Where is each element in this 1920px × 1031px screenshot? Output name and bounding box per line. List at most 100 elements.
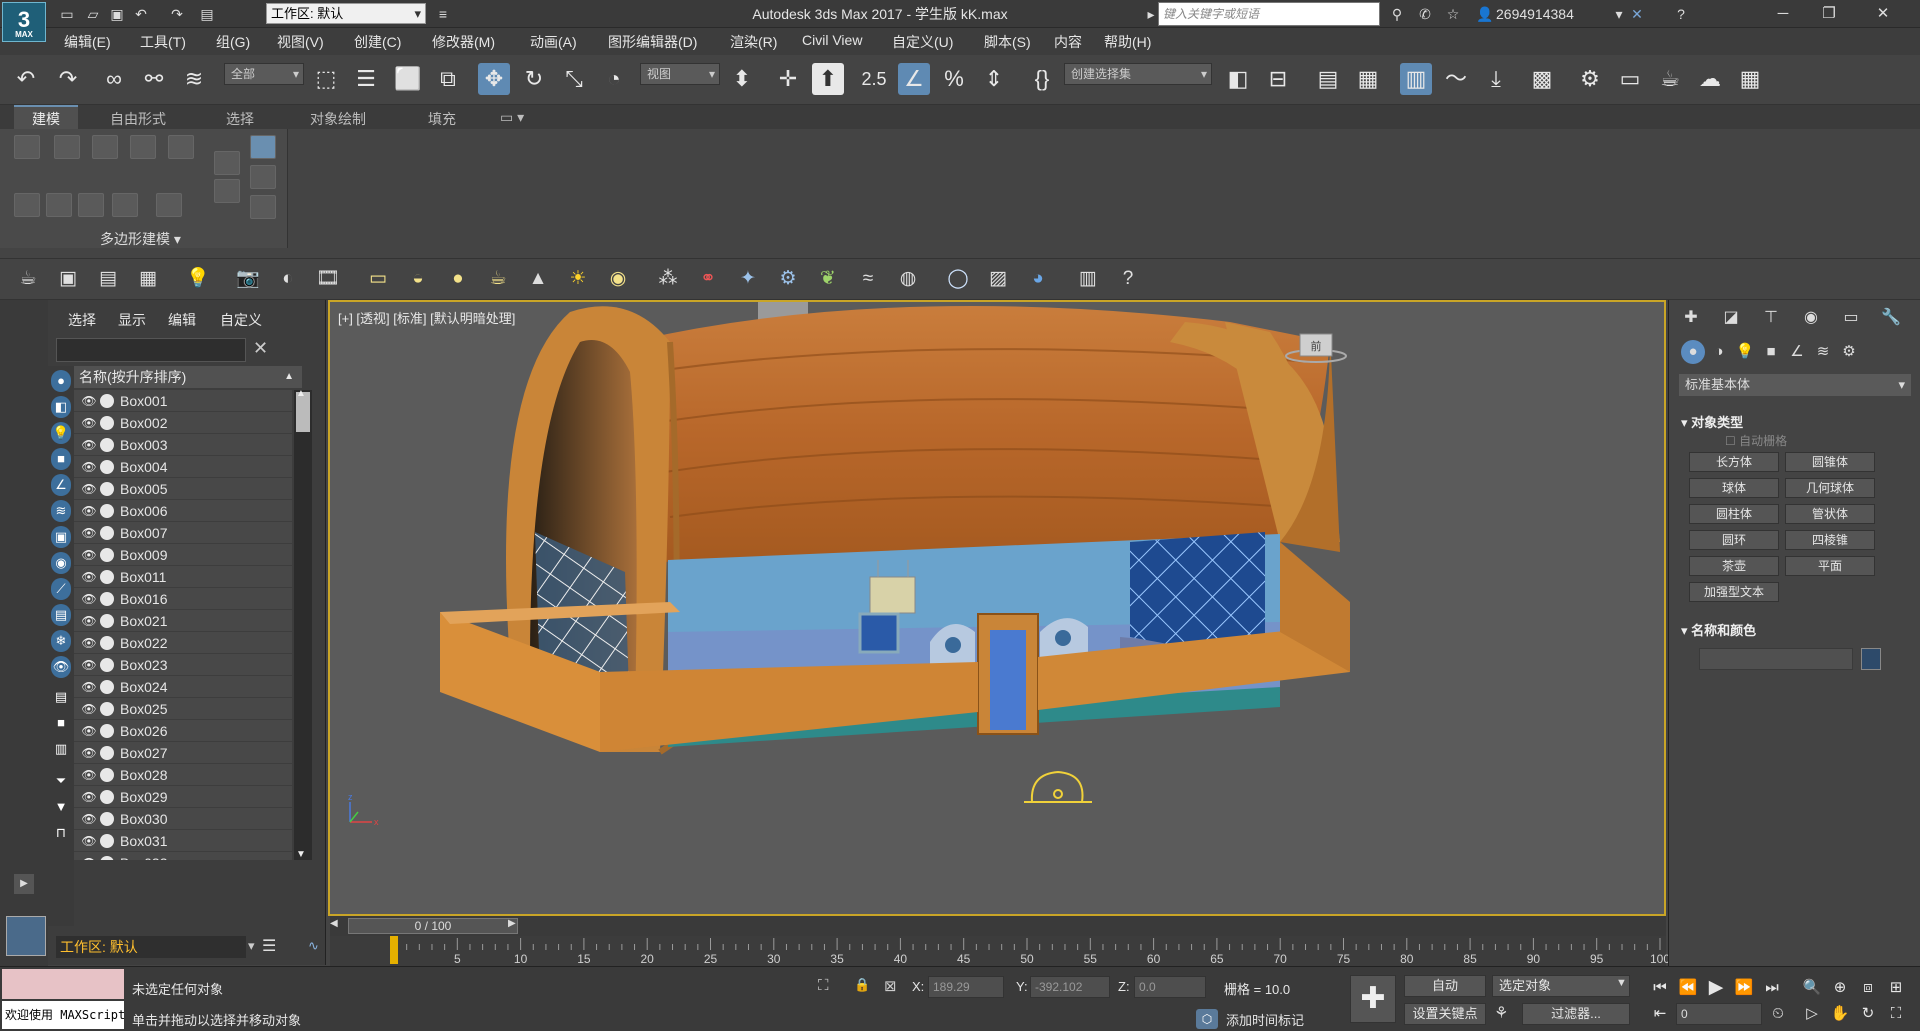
next-frame-icon[interactable]: ⏩ [1732,977,1756,999]
select-manipulate-icon[interactable]: ✛ [772,63,804,95]
mirror-icon[interactable]: ◧ [1222,63,1254,95]
renderable-dot-icon[interactable] [100,679,114,694]
visibility-eye-icon[interactable]: 👁 [80,768,98,782]
sphere-button[interactable]: 球体 [1689,478,1779,498]
undo-icon[interactable]: ↶ [130,3,152,25]
helpers-filter-icon[interactable]: ∠ [51,474,71,496]
quadify-icon[interactable] [250,135,276,159]
list-item[interactable]: 👁 Box004 [74,456,292,478]
visibility-eye-icon[interactable]: 👁 [80,790,98,804]
key-mode-icon[interactable]: ⚘ [1494,1003,1508,1023]
utilities-tab-icon[interactable]: 🔧 [1877,306,1905,330]
project-folder-icon[interactable]: ▤ [196,3,218,25]
scene-workspace-select[interactable]: 工作区: 默认 [56,936,246,958]
hierarchy-tab-icon[interactable]: ⊤ [1757,306,1785,330]
zoom-icon[interactable]: 🔍 [1800,977,1824,999]
menu-animation[interactable]: 动画(A) [530,32,577,52]
collapse-stack-icon[interactable] [14,193,40,217]
sphere-icon[interactable]: ● [444,265,472,293]
menu-help[interactable]: 帮助(H) [1104,32,1151,52]
clear-filter-icon[interactable]: ✕ [253,338,268,359]
edit-named-selection-icon[interactable]: {} [1026,63,1058,95]
help-icon[interactable]: ? [1670,3,1692,25]
user-name[interactable]: 2694914384 [1496,0,1574,28]
pan-view-icon[interactable]: ✋ [1828,1003,1852,1025]
renderable-dot-icon[interactable] [100,657,114,672]
generate-topology-icon[interactable] [250,165,276,189]
add-time-tag[interactable]: 添加时间标记 [1226,1010,1304,1029]
render-icon[interactable]: ▣ [54,265,82,293]
visibility-eye-icon[interactable]: 👁 [80,614,98,628]
sphere-half-icon[interactable]: ◐ [274,265,302,293]
absolute-mode-icon[interactable]: ⊠ [884,977,897,995]
menu-content[interactable]: 内容 [1054,32,1082,52]
modify-tab-icon[interactable]: ◪ [1717,306,1745,330]
save-file-icon[interactable]: ▣ [106,3,128,25]
visibility-eye-icon[interactable]: 👁 [80,460,98,474]
app-logo[interactable]: 3 MAX [2,2,46,42]
list-icon[interactable]: ▤ [94,265,122,293]
isolate-selection-icon[interactable]: ⛶ [818,977,829,994]
preserve-uvs-icon[interactable] [78,193,104,217]
help-search-input[interactable]: 键入关键字或短语 [1158,2,1380,26]
film-icon[interactable]: 🎞 [314,265,342,293]
time-tag-icon[interactable]: ⬡ [1196,1009,1218,1029]
redo-icon[interactable]: ↷ [52,63,84,95]
se-menu-display[interactable]: 显示 [118,310,146,330]
menu-graph-editors[interactable]: 图形编辑器(D) [608,32,697,52]
list-item[interactable]: 👁 Box023 [74,654,292,676]
maximize-button[interactable]: ❐ [1806,0,1852,28]
hair-icon[interactable]: ≈ [854,265,882,293]
list-item[interactable]: 👁 Box011 [74,566,292,588]
menu-tools[interactable]: 工具(T) [140,32,186,52]
script-icon[interactable]: ▥ [1074,265,1102,293]
ribbon-options-icon[interactable]: ▭ ▾ [500,109,524,126]
motion-tab-icon[interactable]: ◉ [1797,306,1825,330]
redo-icon[interactable]: ↷ [166,3,188,25]
render-cloud-icon[interactable]: ☁ [1694,63,1726,95]
select-object-icon[interactable]: ⬚ [310,63,342,95]
renderable-dot-icon[interactable] [100,767,114,782]
visibility-eye-icon[interactable]: 👁 [80,526,98,540]
tab-modeling[interactable]: 建模 [14,105,78,129]
menu-modifiers[interactable]: 修改器(M) [432,32,495,52]
systems-category-icon[interactable]: ⚙ [1837,340,1861,364]
list-item[interactable]: 👁 Box005 [74,478,292,500]
visibility-eye-icon[interactable]: 👁 [80,504,98,518]
layer-explorer-icon[interactable]: ▦ [1352,63,1384,95]
menu-create[interactable]: 创建(C) [354,32,401,52]
renderable-dot-icon[interactable] [100,591,114,606]
list-item[interactable]: 👁 Box031 [74,830,292,852]
exchange-apps-icon[interactable]: ✕ [1626,3,1648,25]
snaps-toggle-icon[interactable]: 2.5 [858,63,890,95]
object-color-swatch[interactable] [1861,648,1881,670]
menu-rendering[interactable]: 渲染(R) [730,32,777,52]
hierarchy-icon[interactable]: ⊓ [51,822,71,844]
named-selection-dropdown[interactable]: 创建选择集 [1064,63,1212,85]
teapot-icon[interactable]: ☕ [14,265,42,293]
bones-filter-icon[interactable]: ⟋ [51,578,71,600]
shapes-filter-icon[interactable]: ◧ [51,396,71,418]
percent-snap-icon[interactable]: % [938,63,970,95]
maxscript-listener-pink[interactable] [2,969,124,999]
maxscript-listener[interactable]: 欢迎使用 MAXScript。 [2,1001,124,1029]
binoculars-icon[interactable]: ⚲ [1386,3,1408,25]
x-coord-field[interactable]: 189.29 [928,976,1004,998]
pivot-center-icon[interactable]: ⬍ [726,63,758,95]
geometry-category-icon[interactable]: ● [1681,340,1705,364]
list-item[interactable]: 👁 Box021 [74,610,292,632]
tab-populate[interactable]: 填充 [428,109,456,129]
bind-space-warp-icon[interactable]: ≋ [178,63,210,95]
dome-icon[interactable]: ◒ [404,265,432,293]
ribbon-panel-label[interactable]: 多边形建模 ▾ [100,229,181,249]
list-item[interactable]: 👁 Box026 [74,720,292,742]
menu-views[interactable]: 视图(V) [277,32,324,52]
list-item[interactable]: 👁 Box006 [74,500,292,522]
se-menu-edit[interactable]: 编辑 [168,310,196,330]
teapot-yellow-icon[interactable]: ☕ [484,265,512,293]
pivot-to-center-icon[interactable] [250,195,276,219]
renderable-dot-icon[interactable] [100,723,114,738]
selection-lock-icon[interactable]: 🔒 [854,977,870,993]
plant-icon[interactable]: ❦ [814,265,842,293]
lights-category-icon[interactable]: 💡 [1733,340,1757,364]
